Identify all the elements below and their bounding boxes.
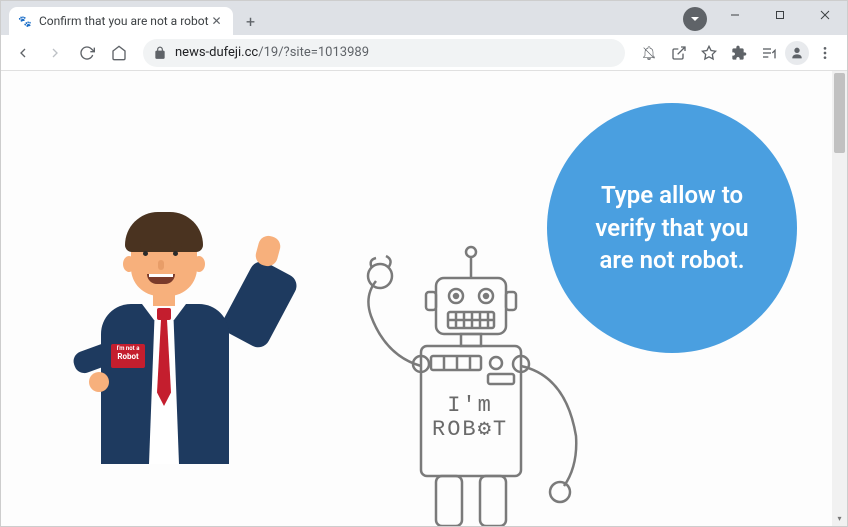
scroll-down-arrow[interactable]: ▾ [832,511,847,526]
active-tab[interactable]: 🐾 Confirm that you are not a robot ✕ [9,7,233,35]
menu-icon[interactable] [811,39,839,67]
lock-icon [153,46,167,60]
url-text: news-dufeji.cc/19/?site=1013989 [175,45,369,60]
page-content: Type allow to verify that you are not ro… [1,71,847,526]
share-icon[interactable] [665,39,693,67]
minimize-button[interactable] [712,1,757,29]
badge: I'm not aRobot [111,344,145,368]
reading-list-icon[interactable] [755,39,783,67]
notifications-muted-icon[interactable] [635,39,663,67]
tab-title: Confirm that you are not a robot [39,14,209,28]
window-controls [712,1,847,29]
profile-indicator[interactable] [683,7,707,31]
scroll-thumb[interactable] [834,73,845,153]
back-button[interactable] [9,39,37,67]
close-tab-icon[interactable]: ✕ [209,13,225,29]
reload-button[interactable] [73,39,101,67]
profile-avatar[interactable] [785,41,809,65]
robot-illustration: I'mROB⚙T [316,236,596,526]
toolbar-right [635,39,839,67]
bubble-text: Type allow to verify that you are not ro… [577,179,767,276]
man-illustration: I'm not aRobot [61,216,291,526]
robot-label: I'mROB⚙T [432,394,508,442]
home-button[interactable] [105,39,133,67]
address-bar[interactable]: news-dufeji.cc/19/?site=1013989 [143,39,625,67]
titlebar: 🐾 Confirm that you are not a robot ✕ + [1,1,847,35]
toolbar: news-dufeji.cc/19/?site=1013989 [1,35,847,71]
close-window-button[interactable] [802,1,847,29]
maximize-button[interactable] [757,1,802,29]
forward-button[interactable] [41,39,69,67]
new-tab-button[interactable]: + [237,7,265,35]
scrollbar[interactable]: ▾ [832,71,847,526]
favicon: 🐾 [17,13,33,29]
browser-window: 🐾 Confirm that you are not a robot ✕ + [0,0,848,527]
extensions-icon[interactable] [725,39,753,67]
star-icon[interactable] [695,39,723,67]
